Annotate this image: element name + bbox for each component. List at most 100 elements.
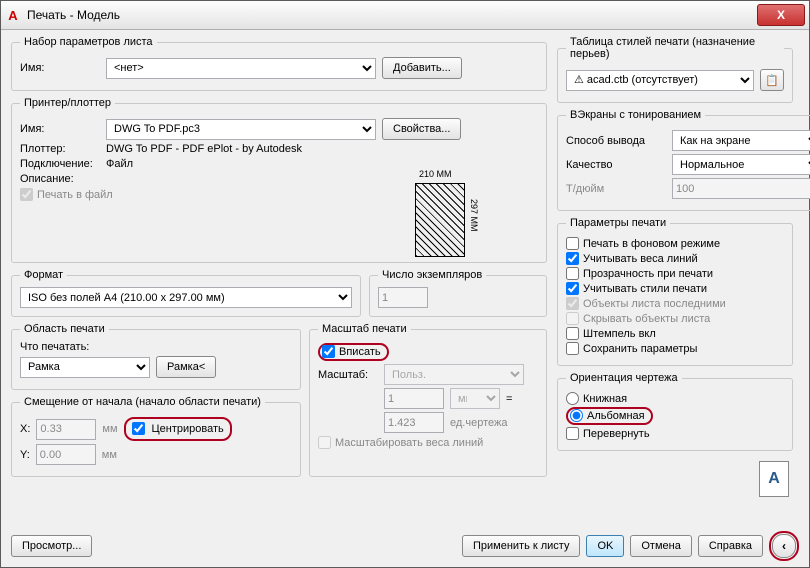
offset-group: Смещение от начала (начало области печат… bbox=[11, 396, 301, 477]
titlebar: A Печать - Модель X bbox=[1, 1, 809, 30]
offset-y-input bbox=[36, 444, 96, 465]
orientation-group: Ориентация чертежа Книжная Альбомная Пер… bbox=[557, 372, 793, 451]
printer-name-label: Имя: bbox=[20, 123, 100, 135]
window-pick-button[interactable]: Рамка< bbox=[156, 356, 216, 378]
connection-label: Подключение: bbox=[20, 158, 100, 170]
opt-stamp-label: Штемпель вкл bbox=[583, 328, 656, 340]
offset-x-unit: мм bbox=[102, 423, 117, 435]
offset-x-input bbox=[36, 419, 96, 440]
fit-checkbox[interactable] bbox=[322, 345, 335, 358]
opt-paperspace-label: Объекты листа последними bbox=[583, 298, 726, 310]
scale-legend: Масштаб печати bbox=[318, 323, 411, 335]
opt-stamp-checkbox[interactable] bbox=[566, 327, 579, 340]
scale-label: Масштаб: bbox=[318, 369, 378, 381]
shade-mode-label: Способ вывода bbox=[566, 135, 666, 147]
options-legend: Параметры печати bbox=[566, 217, 670, 229]
opt-lw-label: Учитывать веса линий bbox=[583, 253, 698, 265]
styles-legend: Таблица стилей печати (назначение перьев… bbox=[566, 36, 784, 60]
connection-value: Файл bbox=[106, 158, 133, 170]
close-button[interactable]: X bbox=[757, 4, 805, 26]
preview-width-label: 210 MM bbox=[419, 169, 452, 179]
orientation-icon: A bbox=[759, 461, 789, 497]
page-setup-name-select[interactable]: <нет> bbox=[106, 58, 376, 79]
plotter-value: DWG To PDF - PDF ePlot - by Autodesk bbox=[106, 143, 302, 155]
orient-landscape-radio[interactable] bbox=[570, 409, 583, 422]
opt-bg-label: Печать в фоновом режиме bbox=[583, 238, 720, 250]
ok-button[interactable]: OK bbox=[586, 535, 624, 557]
scale-den-unit: ед.чертежа bbox=[450, 417, 507, 429]
offset-legend: Смещение от начала (начало области печат… bbox=[20, 396, 265, 408]
center-checkbox[interactable] bbox=[132, 422, 145, 435]
opt-trans-checkbox[interactable] bbox=[566, 267, 579, 280]
scale-num-input bbox=[384, 388, 444, 409]
description-label: Описание: bbox=[20, 173, 100, 185]
opt-trans-label: Прозрачность при печати bbox=[583, 268, 713, 280]
options-group: Параметры печати Печать в фоновом режиме… bbox=[557, 217, 793, 366]
print-to-file-label: Печать в файл bbox=[37, 189, 113, 201]
shaded-legend: ВЭкраны с тонированием bbox=[566, 109, 705, 121]
printer-name-select[interactable]: DWG To PDF.pc3 bbox=[106, 119, 376, 140]
page-setup-legend: Набор параметров листа bbox=[20, 36, 157, 48]
plotter-label: Плоттер: bbox=[20, 143, 100, 155]
fit-highlight: Вписать bbox=[318, 343, 389, 361]
scale-group: Масштаб печати Вписать Масштаб: Польз. bbox=[309, 323, 547, 477]
orient-upside-checkbox[interactable] bbox=[566, 427, 579, 440]
orient-landscape-highlight: Альбомная bbox=[566, 407, 653, 425]
opt-save-checkbox[interactable] bbox=[566, 342, 579, 355]
center-label: Центрировать bbox=[152, 423, 224, 435]
offset-y-unit: мм bbox=[102, 449, 117, 461]
copies-legend: Число экземпляров bbox=[378, 269, 486, 281]
printer-properties-button[interactable]: Свойства... bbox=[382, 118, 461, 140]
scale-lw-checkbox bbox=[318, 436, 331, 449]
styles-select[interactable]: ⚠ acad.ctb (отсутствует) bbox=[566, 70, 754, 91]
opt-hide-checkbox bbox=[566, 312, 579, 325]
center-highlight: Центрировать bbox=[124, 417, 232, 441]
orient-portrait-radio[interactable] bbox=[566, 392, 579, 405]
paper-size-select[interactable]: ISO без полей A4 (210.00 x 297.00 мм) bbox=[20, 287, 352, 308]
opt-paperspace-checkbox bbox=[566, 297, 579, 310]
button-bar: Просмотр... Применить к листу OK Отмена … bbox=[1, 531, 809, 561]
scale-select: Польз. bbox=[384, 364, 524, 385]
page-setup-add-button[interactable]: Добавить... bbox=[382, 57, 462, 79]
preview-button[interactable]: Просмотр... bbox=[11, 535, 92, 557]
opt-styles-checkbox[interactable] bbox=[566, 282, 579, 295]
scale-equals: = bbox=[506, 393, 512, 405]
styles-edit-button[interactable]: 📋 bbox=[760, 69, 784, 91]
copies-group: Число экземпляров bbox=[369, 269, 547, 317]
app-icon: A bbox=[5, 7, 21, 23]
quality-label: Качество bbox=[566, 159, 666, 171]
expand-button[interactable]: ‹ bbox=[772, 534, 796, 558]
dpi-input bbox=[672, 178, 810, 199]
quality-select[interactable]: Нормальное bbox=[672, 154, 810, 175]
plot-what-select[interactable]: Рамка bbox=[20, 357, 150, 378]
orientation-legend: Ориентация чертежа bbox=[566, 372, 682, 384]
opt-hide-label: Скрывать объекты листа bbox=[583, 313, 710, 325]
scale-lw-label: Масштабировать веса линий bbox=[335, 437, 483, 449]
shaded-group: ВЭкраны с тонированием Способ вывода Как… bbox=[557, 109, 810, 211]
orient-upside-label: Перевернуть bbox=[583, 428, 650, 440]
plot-area-group: Область печати Что печатать: Рамка Рамка… bbox=[11, 323, 301, 390]
plot-dialog: A Печать - Модель X Набор параметров лис… bbox=[0, 0, 810, 568]
orient-landscape-label: Альбомная bbox=[587, 410, 645, 422]
orient-portrait-label: Книжная bbox=[583, 393, 627, 405]
fit-label: Вписать bbox=[339, 346, 381, 358]
offset-x-label: X: bbox=[20, 423, 30, 435]
dpi-label: Т/дюйм bbox=[566, 183, 666, 195]
opt-styles-label: Учитывать стили печати bbox=[583, 283, 707, 295]
opt-lw-checkbox[interactable] bbox=[566, 252, 579, 265]
paper-preview: 210 MM 297 MM bbox=[401, 169, 487, 265]
plot-what-label: Что печатать: bbox=[20, 341, 292, 353]
scale-den-input bbox=[384, 412, 444, 433]
help-button[interactable]: Справка bbox=[698, 535, 763, 557]
paper-legend: Формат bbox=[20, 269, 67, 281]
paper-group: Формат ISO без полей A4 (210.00 x 297.00… bbox=[11, 269, 361, 317]
opt-bg-checkbox[interactable] bbox=[566, 237, 579, 250]
expand-highlight: ‹ bbox=[769, 531, 799, 561]
apply-button[interactable]: Применить к листу bbox=[462, 535, 581, 557]
page-setup-name-label: Имя: bbox=[20, 62, 100, 74]
copies-input bbox=[378, 287, 428, 308]
offset-y-label: Y: bbox=[20, 449, 30, 461]
preview-sheet-icon bbox=[415, 183, 465, 257]
shade-mode-select[interactable]: Как на экране bbox=[672, 130, 810, 151]
cancel-button[interactable]: Отмена bbox=[630, 535, 691, 557]
